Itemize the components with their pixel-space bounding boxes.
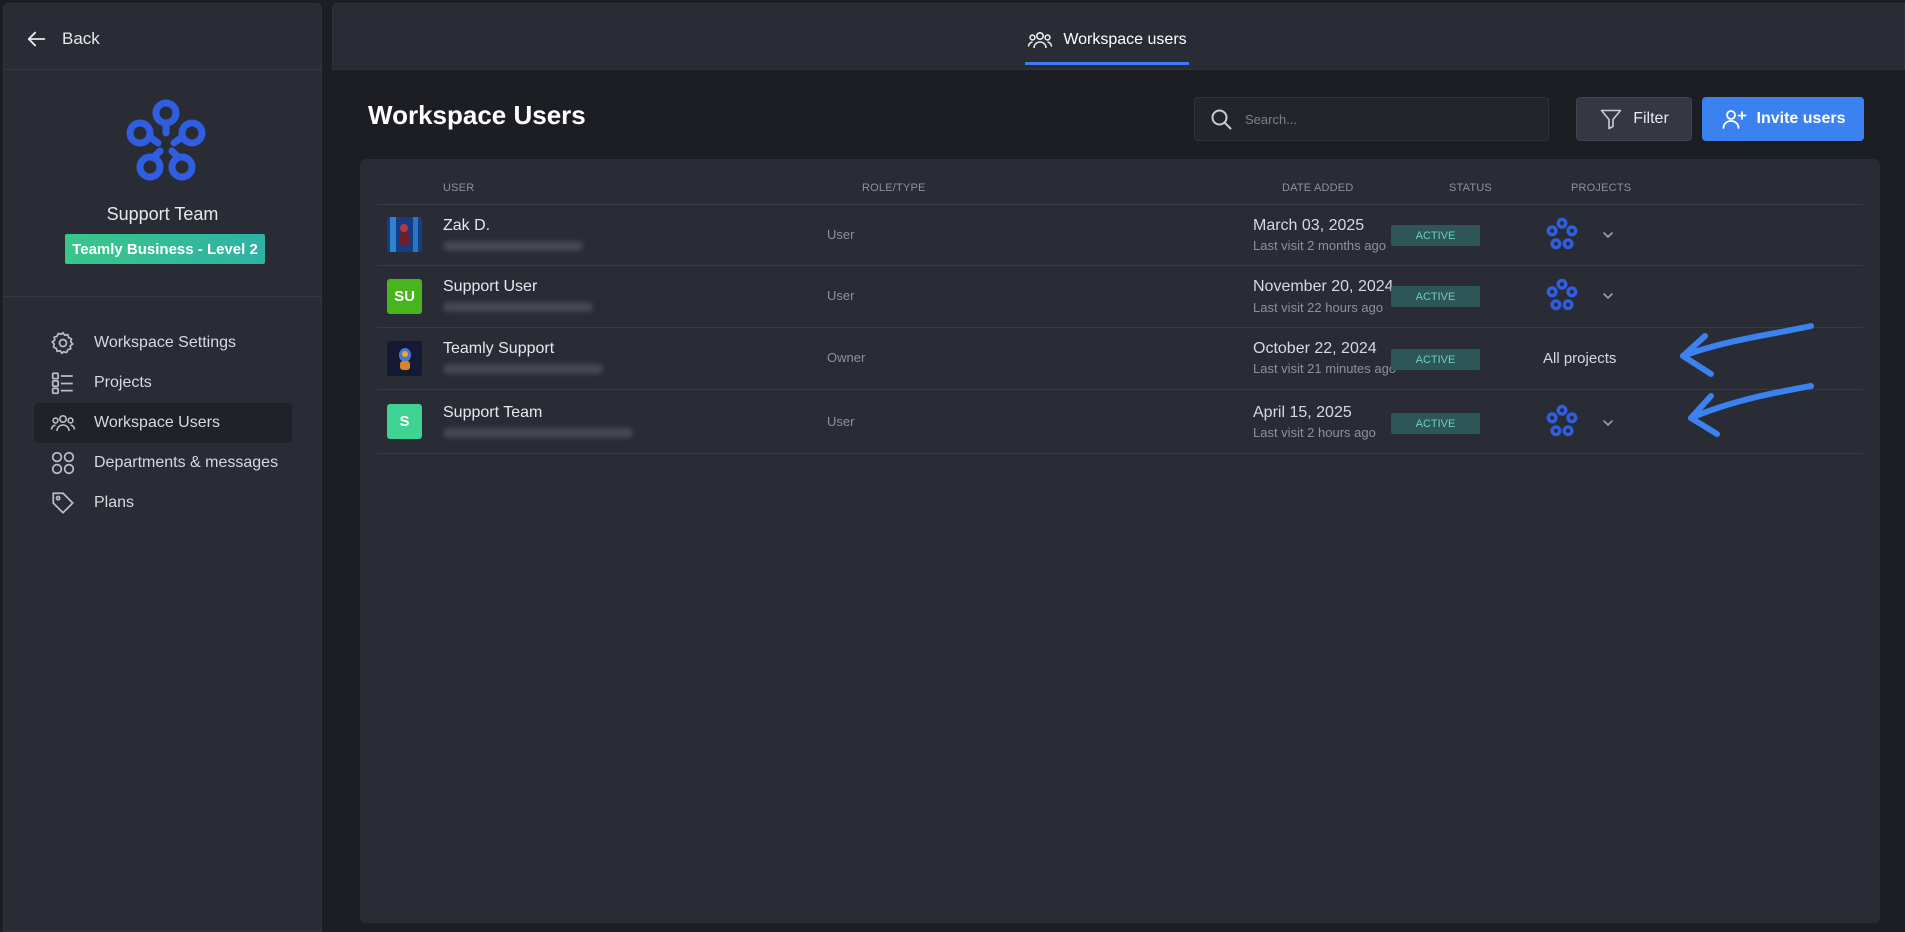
sidebar-item-label: Projects xyxy=(94,374,152,391)
project-logo-icon xyxy=(1546,278,1578,311)
user-role: Owner xyxy=(827,350,866,365)
column-header-role: ROLE/TYPE xyxy=(862,182,926,194)
team-name: Support Team xyxy=(106,204,219,224)
gear-icon xyxy=(51,331,74,355)
avatar xyxy=(387,217,422,252)
team-logo-icon xyxy=(126,99,206,181)
chevron-down-icon[interactable] xyxy=(1601,228,1615,242)
date-added: October 22, 2024 xyxy=(1253,340,1377,357)
annotation-arrow-icon xyxy=(1680,323,1814,377)
sidebar-item-departments[interactable]: Departments & messages xyxy=(34,443,292,483)
chevron-down-icon[interactable] xyxy=(1601,416,1615,430)
back-button[interactable]: Back xyxy=(26,28,100,50)
column-header-status: STATUS xyxy=(1449,182,1492,194)
table-row[interactable]: Zak D. User March 03, 2025 Last visit 2 … xyxy=(377,204,1863,265)
last-visit: Last visit 22 hours ago xyxy=(1253,300,1384,315)
user-email-blurred xyxy=(443,241,583,251)
user-role: User xyxy=(827,288,855,303)
column-header-projects: PROJECTS xyxy=(1571,182,1632,194)
sidebar-item-workspace-settings[interactable]: Workspace Settings xyxy=(34,323,292,363)
list-icon xyxy=(51,372,73,395)
table-header: USER ROLE/TYPE DATE ADDED STATUS PROJECT… xyxy=(360,159,1880,205)
users-icon xyxy=(1028,32,1053,49)
user-email-blurred xyxy=(443,364,603,374)
search-box xyxy=(1194,97,1549,141)
column-header-date: DATE ADDED xyxy=(1282,182,1354,194)
user-email-blurred xyxy=(443,302,593,312)
column-header-user: USER xyxy=(443,182,475,194)
back-label: Back xyxy=(62,29,100,48)
avatar xyxy=(387,341,422,376)
avatar-image xyxy=(387,217,422,252)
user-plus-icon xyxy=(1722,110,1746,129)
sidebar: Back Support Team Teamly Business - Leve… xyxy=(3,3,322,932)
invite-label: Invite users xyxy=(1756,110,1846,127)
status-badge: ACTIVE xyxy=(1391,286,1480,307)
tag-icon xyxy=(52,492,74,514)
annotation-arrow-icon xyxy=(1688,383,1814,437)
sidebar-item-label: Departments & messages xyxy=(94,454,279,471)
avatar: S xyxy=(387,404,422,439)
status-badge: ACTIVE xyxy=(1391,413,1480,434)
date-added: March 03, 2025 xyxy=(1253,217,1365,234)
tab-label: Workspace users xyxy=(1063,31,1187,48)
filter-icon xyxy=(1600,109,1622,130)
status-badge: ACTIVE xyxy=(1391,349,1480,370)
avatar: SU xyxy=(387,279,422,314)
sidebar-item-label: Workspace Users xyxy=(94,414,220,431)
last-visit: Last visit 21 minutes ago xyxy=(1253,361,1397,376)
arrow-left-icon xyxy=(27,31,46,47)
tab-workspace-users[interactable]: Workspace users xyxy=(1025,18,1189,65)
sidebar-item-workspace-users[interactable]: Workspace Users xyxy=(34,403,292,443)
divider xyxy=(4,69,321,70)
project-logo-icon xyxy=(1546,404,1578,437)
all-projects-label: All projects xyxy=(1543,350,1617,367)
project-logo-icon xyxy=(1546,217,1578,250)
users-icon xyxy=(50,415,76,432)
search-input[interactable] xyxy=(1245,111,1535,127)
user-name: Zak D. xyxy=(443,217,491,234)
status-badge: ACTIVE xyxy=(1391,225,1480,246)
search-icon xyxy=(1211,109,1232,130)
page-title: Workspace Users xyxy=(368,100,586,130)
sidebar-item-label: Workspace Settings xyxy=(94,334,236,351)
table-row[interactable]: SU Support User User November 20, 2024 L… xyxy=(377,265,1863,327)
user-role: User xyxy=(827,414,855,429)
user-email-blurred xyxy=(443,428,633,438)
divider xyxy=(4,296,321,297)
grid-circles-icon xyxy=(51,451,75,475)
top-bar: Workspace users xyxy=(332,3,1905,70)
avatar-image xyxy=(387,341,422,376)
last-visit: Last visit 2 hours ago xyxy=(1253,425,1376,440)
plan-badge: Teamly Business - Level 2 xyxy=(65,234,265,264)
date-added: April 15, 2025 xyxy=(1253,404,1352,421)
date-added: November 20, 2024 xyxy=(1253,278,1394,295)
sidebar-item-plans[interactable]: Plans xyxy=(34,483,292,523)
user-name: Teamly Support xyxy=(443,340,555,357)
sidebar-item-label: Plans xyxy=(94,494,135,511)
filter-label: Filter xyxy=(1633,110,1669,127)
invite-users-button[interactable]: Invite users xyxy=(1702,97,1864,141)
last-visit: Last visit 2 months ago xyxy=(1253,238,1386,253)
user-name: Support User xyxy=(443,278,538,295)
sidebar-nav: Workspace Settings Projects Workspace Us… xyxy=(34,323,292,523)
chevron-down-icon[interactable] xyxy=(1601,289,1615,303)
users-table: USER ROLE/TYPE DATE ADDED STATUS PROJECT… xyxy=(360,159,1880,923)
user-role: User xyxy=(827,227,855,242)
filter-button[interactable]: Filter xyxy=(1576,97,1692,141)
sidebar-item-projects[interactable]: Projects xyxy=(34,363,292,403)
user-name: Support Team xyxy=(443,404,543,421)
table-row[interactable]: S Support Team User April 15, 2025 Last … xyxy=(377,389,1863,454)
table-row[interactable]: Teamly Support Owner October 22, 2024 La… xyxy=(377,327,1863,389)
